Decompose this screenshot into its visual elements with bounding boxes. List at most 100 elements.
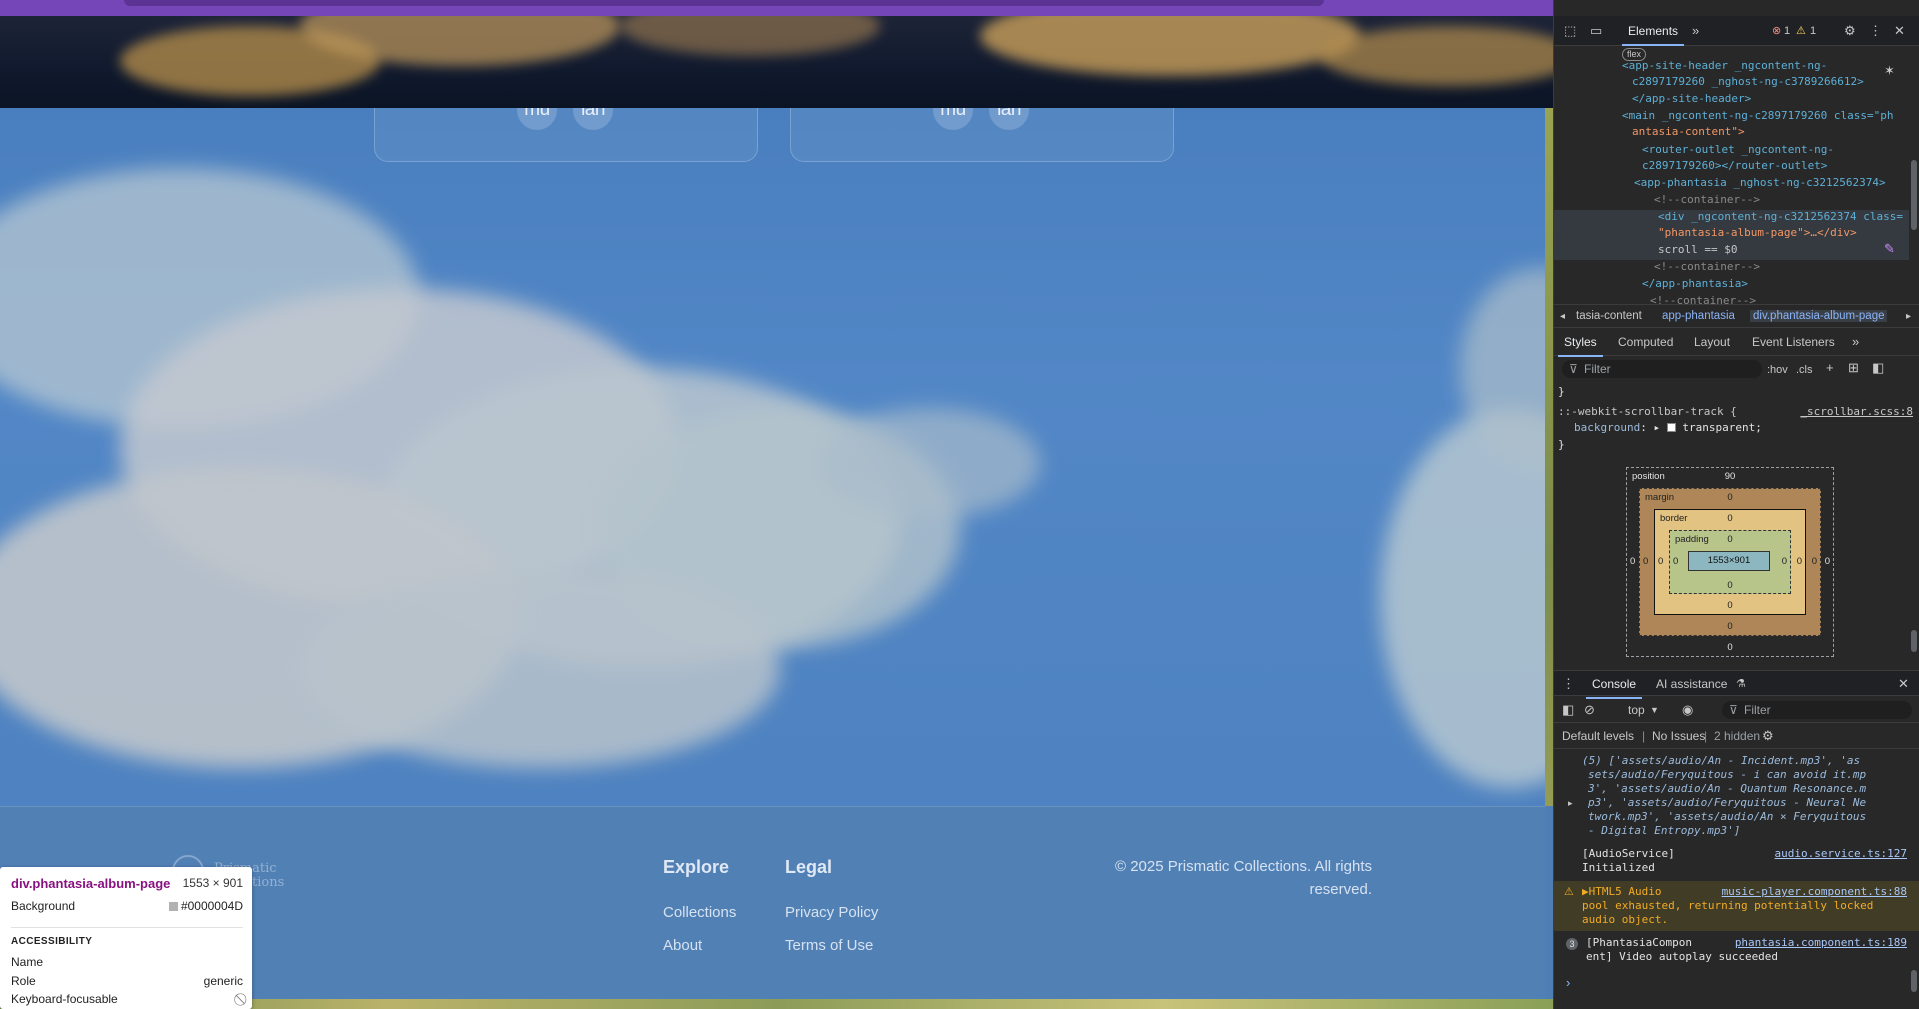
close-icon[interactable]: ✕ — [1894, 24, 1905, 38]
tab-elements[interactable]: Elements — [1621, 24, 1685, 46]
scrollbar[interactable] — [1911, 970, 1917, 992]
dom-tree[interactable]: flex <app-site-header _ngcontent-ng- c28… — [1554, 46, 1919, 304]
dom-line[interactable]: <main _ngcontent-ng-c2897179260 class="p… — [1554, 108, 1907, 125]
scrollbar[interactable] — [1911, 630, 1917, 652]
breadcrumb-item[interactable]: tasia-content — [1576, 310, 1642, 322]
album-background: mu lan mu lan — [0, 108, 1553, 808]
dom-line[interactable]: <router-outlet _ngcontent-ng- — [1554, 142, 1907, 159]
warning-count[interactable]: 1 — [1810, 24, 1816, 38]
dom-line[interactable]: antasia-content"> — [1554, 124, 1907, 141]
footer-link-privacy[interactable]: Privacy Policy — [785, 904, 878, 921]
repeat-count-badge: 3 — [1566, 938, 1578, 950]
drawer-menu-icon[interactable]: ⋮ — [1562, 677, 1575, 691]
inspect-tooltip: div.phantasia-album-page 1553 × 901 Back… — [0, 867, 252, 1009]
dom-line[interactable]: "phantasia-album-page">…</div> — [1554, 225, 1907, 242]
sidebar-toggle-icon[interactable]: ◧ — [1872, 361, 1884, 375]
source-link[interactable]: phantasia.component.ts:189 — [1735, 936, 1907, 950]
error-icon[interactable]: ⊗ — [1772, 24, 1781, 38]
dom-line[interactable]: </app-site-header> — [1554, 91, 1907, 108]
console-prompt-icon[interactable]: › — [1566, 976, 1570, 990]
error-count[interactable]: 1 — [1784, 24, 1790, 38]
color-swatch-icon[interactable] — [1666, 423, 1676, 432]
chevron-down-icon: ▼ — [1650, 705, 1659, 715]
tab-event-listeners[interactable]: Event Listeners — [1752, 335, 1835, 349]
context-select[interactable]: top — [1628, 703, 1645, 717]
breadcrumb-item[interactable]: app-phantasia — [1662, 310, 1735, 322]
more-tabs-icon[interactable]: » — [1692, 24, 1699, 38]
breadcrumb-right-icon[interactable]: ▸ — [1906, 310, 1911, 324]
css-value[interactable]: transparent; — [1682, 421, 1761, 434]
album-card[interactable]: mu lan — [374, 108, 758, 162]
source-link[interactable]: audio.service.ts:127 — [1775, 847, 1907, 861]
tab-computed[interactable]: Computed — [1618, 335, 1673, 349]
hov-toggle[interactable]: :hov — [1767, 363, 1788, 377]
add-rule-icon[interactable]: + — [1826, 361, 1834, 375]
box-model-diagram: position 90 0 0 0 margin 0 0 0 0 border … — [1626, 467, 1834, 657]
filter-icon: ⊽ — [1569, 362, 1578, 376]
dom-line[interactable]: <app-site-header _ngcontent-ng- — [1554, 58, 1907, 75]
drawer-tabbar: ⋮ Console AI assistance ⚗ ✕ — [1554, 670, 1919, 699]
scrollbar[interactable] — [1911, 160, 1917, 230]
album-card[interactable]: mu lan — [790, 108, 1174, 162]
eye-icon[interactable]: ◉ — [1682, 703, 1693, 717]
levels-select[interactable]: Default levels — [1562, 729, 1634, 743]
css-source-link[interactable]: _scrollbar.scss:8 — [1790, 404, 1913, 421]
dom-line[interactable]: <app-phantasia _nghost-ng-c3212562374> — [1554, 175, 1907, 192]
card-chip[interactable]: lan — [573, 108, 613, 130]
paint-icon[interactable]: ⊞ — [1848, 361, 1859, 375]
console-output[interactable]: (5) ['assets/audio/An - Incident.mp3', '… — [1554, 750, 1919, 1009]
edit-icon[interactable]: ✎ — [1884, 242, 1895, 256]
settings-gear-icon[interactable]: ⚙ — [1844, 24, 1856, 38]
dom-comment[interactable]: <!--container--> — [1554, 192, 1907, 209]
footer-link-about[interactable]: About — [663, 937, 702, 954]
tooltip-size: 1553 × 901 — [182, 876, 243, 890]
warning-icon[interactable]: ⚠ — [1796, 24, 1806, 38]
breadcrumb: ◂ tasia-content app-phantasia div.phanta… — [1554, 304, 1919, 328]
filter-icon: ⊽ — [1729, 703, 1738, 717]
dom-line[interactable]: c2897179260 _nghost-ng-c3789266612> — [1554, 74, 1907, 91]
tab-layout[interactable]: Layout — [1694, 335, 1730, 349]
clear-console-icon[interactable]: ⊘ — [1584, 703, 1595, 717]
card-chip[interactable]: mu — [517, 108, 557, 130]
card-chip[interactable]: mu — [933, 108, 973, 130]
source-link[interactable]: music-player.component.ts:88 — [1722, 885, 1907, 899]
issues-button[interactable]: No Issues — [1652, 729, 1705, 743]
device-toolbar-icon[interactable]: ▭ — [1590, 24, 1602, 38]
footer-link-terms[interactable]: Terms of Use — [785, 937, 873, 954]
tab-styles[interactable]: Styles — [1558, 335, 1603, 357]
console-toolbar: ◧ ⊘ top ▼ ◉ ⊽ Filter — [1554, 697, 1919, 723]
dom-line[interactable]: </app-phantasia> — [1554, 276, 1907, 293]
inspect-element-icon[interactable]: ⬚ — [1564, 24, 1576, 38]
dom-comment[interactable]: <!--container--> — [1554, 259, 1907, 276]
hidden-count: 2 hidden — [1714, 729, 1761, 743]
console-settings-icon[interactable]: ⚙ — [1762, 729, 1774, 743]
tooltip-background-label: Background — [11, 899, 76, 913]
console-filter-input[interactable]: ⊽ Filter — [1722, 701, 1912, 719]
dom-line-scroll[interactable]: scroll == $0 — [1554, 242, 1907, 259]
box-margin: margin 0 0 0 0 border 0 0 0 0 padding 0 … — [1639, 488, 1821, 636]
console-array[interactable]: (5) ['assets/audio/An - Incident.mp3', '… — [1582, 754, 1907, 768]
footer-explore-heading: Explore — [663, 857, 730, 877]
breadcrumb-item-selected[interactable]: div.phantasia-album-page — [1750, 310, 1888, 322]
footer-copyright: © 2025 Prismatic Collections. All rights… — [1115, 858, 1372, 898]
more-tabs-icon[interactable]: » — [1852, 335, 1859, 349]
flask-icon: ⚗ — [1736, 678, 1746, 690]
footer-link-collections[interactable]: Collections — [663, 904, 736, 921]
dom-line[interactable]: <div _ngcontent-ng-c3212562374 class= — [1554, 209, 1907, 226]
card-chip[interactable]: lan — [989, 108, 1029, 130]
breadcrumb-left-icon[interactable]: ◂ — [1560, 310, 1565, 324]
more-options-icon[interactable]: ⋮ — [1869, 24, 1882, 38]
console-log: [AudioService] audio.service.ts:127 — [1582, 847, 1907, 861]
close-drawer-icon[interactable]: ✕ — [1898, 677, 1909, 691]
styles-filter-input[interactable]: ⊽ Filter — [1562, 360, 1762, 378]
tooltip-element-name: div.phantasia-album-page — [11, 876, 171, 891]
dom-line[interactable]: c2897179260></router-outlet> — [1554, 158, 1907, 175]
tab-console[interactable]: Console — [1585, 677, 1643, 699]
accessibility-icon[interactable]: ✶ — [1884, 64, 1895, 78]
css-property[interactable]: background — [1574, 421, 1640, 434]
tab-ai-assistance[interactable]: AI assistance — [1656, 677, 1727, 691]
cls-toggle[interactable]: .cls — [1796, 363, 1813, 377]
expand-arrow-icon[interactable]: ▸ — [1568, 796, 1573, 810]
sidebar-icon[interactable]: ◧ — [1562, 703, 1574, 717]
dom-comment[interactable]: <!--container--> — [1554, 293, 1907, 304]
